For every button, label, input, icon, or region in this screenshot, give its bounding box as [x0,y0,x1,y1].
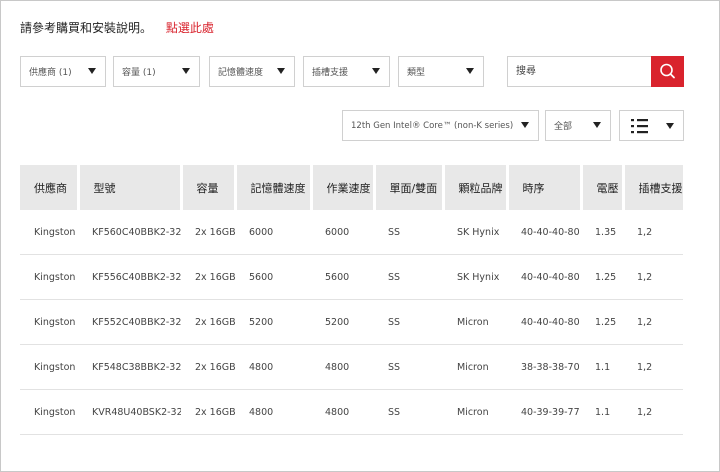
cell-operating-speed: 4800 [311,344,374,390]
intro-text: 請參考購買和安裝說明。 [20,21,153,35]
column-header-model[interactable]: 型號 [76,165,181,210]
cell-memory-speed: 5600 [235,254,311,300]
search-icon [660,63,675,79]
compatibility-table: 供應商 型號 容量 記憶體速度 作業速度 單面/雙面 顆粒品牌 時序 電壓 插槽… [20,165,683,440]
caret-down-icon [182,68,190,74]
cell-capacity: 2x 16GB [181,210,235,255]
cell-vendor: Kingston [20,389,78,435]
list-view-icon [631,119,648,134]
capacity-filter-label: 容量 (1) [122,68,156,78]
table-row: Kingston KF552C40BBK2-32 2x 16GB 5200 52… [20,299,683,345]
cell-vendor: Kingston [20,299,78,345]
cell-voltage: 1.35 [581,210,623,255]
vendor-filter-dropdown[interactable]: 供應商 (1) [20,56,106,87]
column-header-vendor[interactable]: 供應商 [20,165,78,210]
purchase-intro: 請參考購買和安裝說明。 點選此處 [20,19,214,36]
click-here-link[interactable]: 點選此處 [166,21,214,35]
cell-chip-brand: SK Hynix [443,254,507,300]
column-header-slot-support[interactable]: 插槽支援 [621,165,683,210]
cell-capacity: 2x 16GB [181,299,235,345]
column-header-memory-speed[interactable]: 記憶體速度 [233,165,311,210]
cell-vendor: Kingston [20,254,78,300]
cell-model: KF556C40BBK2-32 [78,254,181,300]
search-input[interactable] [508,57,652,86]
memory-speed-filter-label: 記憶體速度 [218,68,264,78]
cell-voltage: 1.1 [581,389,623,435]
cell-sided: SS [374,389,443,435]
cell-sided: SS [374,210,443,255]
cell-slot-support: 1,2 [623,299,683,345]
search-box [507,56,684,87]
type-filter-dropdown[interactable]: 類型 [398,56,484,87]
slot-support-filter-label: 插槽支援 [312,68,349,78]
column-header-timing[interactable]: 時序 [505,165,581,210]
column-header-sided[interactable]: 單面/雙面 [372,165,443,210]
cell-timing: 40-40-40-80 [507,299,581,345]
cell-capacity: 2x 16GB [181,254,235,300]
cell-memory-speed: 6000 [235,210,311,255]
cell-capacity: 2x 16GB [181,389,235,435]
table-row: Kingston KVR48U40BSK2-32 2x 16GB 4800 48… [20,389,683,435]
column-header-chip-brand[interactable]: 顆粒品牌 [441,165,507,210]
cell-voltage: 1.1 [581,344,623,390]
cell-voltage: 1.25 [581,254,623,300]
capacity-filter-dropdown[interactable]: 容量 (1) [113,56,200,87]
cell-vendor: Kingston [20,344,78,390]
table-row: Kingston KF556C40BBK2-32 2x 16GB 5600 56… [20,254,683,300]
caret-down-icon [593,122,601,128]
table-header-row: 供應商 型號 容量 記憶體速度 作業速度 單面/雙面 顆粒品牌 時序 電壓 插槽… [20,165,683,210]
cell-operating-speed: 5600 [311,254,374,300]
cell-slot-support: 1,2 [623,344,683,390]
cell-voltage: 1.25 [581,299,623,345]
cell-slot-support: 1,2 [623,210,683,255]
cell-sided: SS [374,254,443,300]
cell-chip-brand: Micron [443,299,507,345]
cell-timing: 40-40-40-80 [507,210,581,255]
table-row: Kingston KF548C38BBK2-32 2x 16GB 4800 48… [20,344,683,390]
scope-label: 全部 [554,122,573,132]
slot-support-filter-dropdown[interactable]: 插槽支援 [303,56,390,87]
cell-memory-speed: 5200 [235,299,311,345]
cell-operating-speed: 5200 [311,299,374,345]
cell-chip-brand: Micron [443,344,507,390]
cell-timing: 38-38-38-70 [507,344,581,390]
view-toggle-dropdown[interactable] [619,110,684,141]
cell-timing: 40-39-39-77 [507,389,581,435]
scope-dropdown[interactable]: 全部 [545,110,611,141]
cell-model: KF548C38BBK2-32 [78,344,181,390]
cell-operating-speed: 6000 [311,210,374,255]
memory-speed-filter-dropdown[interactable]: 記憶體速度 [209,56,295,87]
platform-dropdown[interactable]: 12th Gen Intel® Core™ (non-K series) / P… [342,110,539,141]
cell-slot-support: 1,2 [623,254,683,300]
cell-timing: 40-40-40-80 [507,254,581,300]
cell-model: KF552C40BBK2-32 [78,299,181,345]
type-filter-label: 類型 [407,68,426,78]
vendor-filter-label: 供應商 (1) [29,68,72,78]
cell-chip-brand: SK Hynix [443,210,507,255]
column-header-voltage[interactable]: 電壓 [579,165,623,210]
cell-model: KVR48U40BSK2-32 [78,389,181,435]
cell-operating-speed: 4800 [311,389,374,435]
caret-down-icon [521,122,529,128]
caret-down-icon [666,123,674,129]
cell-vendor: Kingston [20,210,78,255]
cell-chip-brand: Micron [443,389,507,435]
search-button[interactable] [651,56,684,87]
column-header-operating-speed[interactable]: 作業速度 [309,165,374,210]
platform-label: 12th Gen Intel® Core™ (non-K series) / P… [351,120,514,131]
caret-down-icon [372,68,380,74]
caret-down-icon [88,68,96,74]
cell-slot-support: 1,2 [623,389,683,435]
cell-sided: SS [374,344,443,390]
cell-memory-speed: 4800 [235,389,311,435]
table-row: Kingston KF560C40BBK2-32 2x 16GB 6000 60… [20,210,683,255]
cell-sided: SS [374,299,443,345]
caret-down-icon [466,68,474,74]
cell-capacity: 2x 16GB [181,344,235,390]
cell-model: KF560C40BBK2-32 [78,210,181,255]
cell-memory-speed: 4800 [235,344,311,390]
column-header-capacity[interactable]: 容量 [179,165,235,210]
caret-down-icon [277,68,285,74]
